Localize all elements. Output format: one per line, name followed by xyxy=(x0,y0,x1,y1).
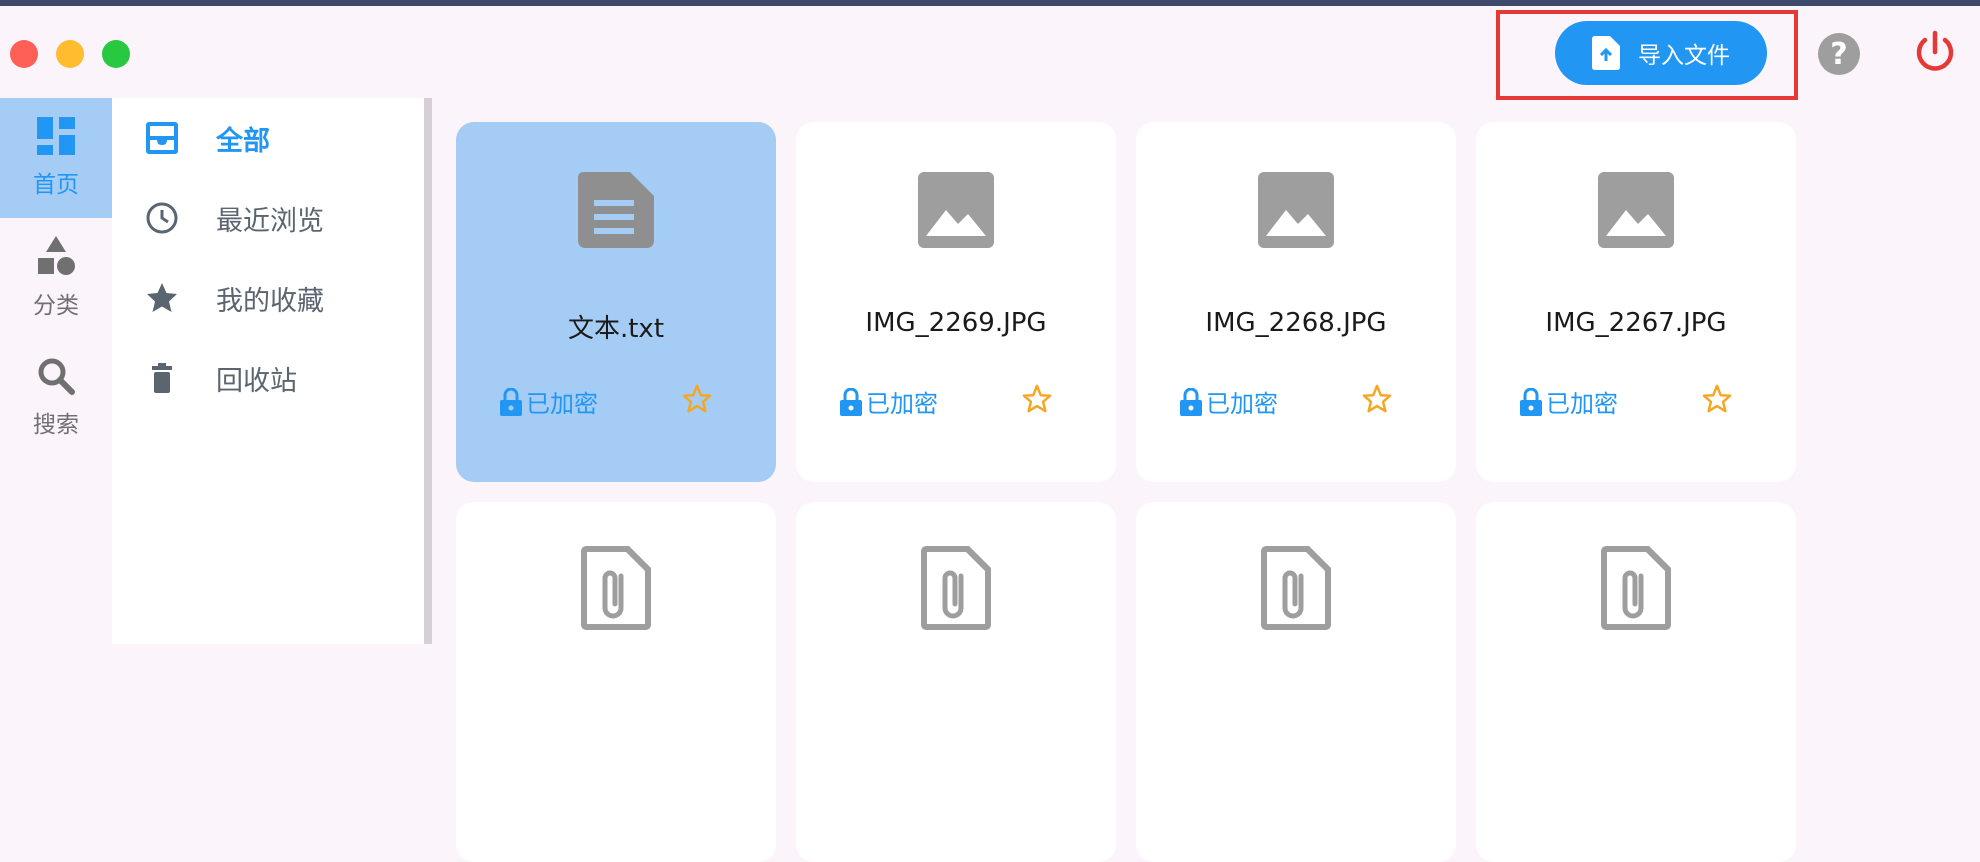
import-file-button[interactable]: 导入文件 xyxy=(1555,21,1767,85)
category-menu: 全部 最近浏览 我的收藏 回收站 xyxy=(112,98,424,644)
clock-icon xyxy=(146,202,178,234)
menu-item-favorites[interactable]: 我的收藏 xyxy=(112,258,424,338)
rail-item-label: 搜索 xyxy=(33,412,79,438)
file-name: 文本.txt xyxy=(567,314,665,344)
rail-item-home[interactable]: 首页 xyxy=(0,98,112,218)
rail-item-label: 分类 xyxy=(33,293,79,319)
file-name: IMG_2268.JPG xyxy=(1205,308,1387,338)
attachment-file-icon xyxy=(581,546,651,630)
encrypted-badge: 已加密 xyxy=(1520,384,1618,419)
file-card[interactable]: IMG_2267.JPG 已加密 xyxy=(1476,122,1796,482)
rail-item-category[interactable]: 分类 xyxy=(0,218,112,338)
encrypted-label: 已加密 xyxy=(866,390,938,418)
trash-icon xyxy=(152,363,172,393)
encrypted-badge: 已加密 xyxy=(1180,384,1278,419)
inbox-icon xyxy=(146,122,178,154)
favorite-star-icon[interactable] xyxy=(1022,384,1052,414)
favorite-star-icon[interactable] xyxy=(1362,384,1392,414)
encrypted-badge: 已加密 xyxy=(840,384,938,419)
window-maximize-button[interactable] xyxy=(102,40,130,68)
encrypted-badge: 已加密 xyxy=(500,384,598,419)
file-upload-icon xyxy=(1592,36,1620,70)
scrollbar[interactable] xyxy=(424,98,432,644)
power-icon[interactable] xyxy=(1912,30,1958,76)
navigation-rail: 首页 分类 搜索 xyxy=(0,98,112,644)
menu-item-label: 全部 xyxy=(216,125,270,157)
document-icon xyxy=(578,172,654,248)
file-card[interactable] xyxy=(456,502,776,862)
lock-icon xyxy=(500,387,522,416)
lock-icon xyxy=(840,387,862,416)
file-card[interactable]: 文本.txt 已加密 xyxy=(456,122,776,482)
attachment-file-icon xyxy=(1261,546,1331,630)
menu-item-label: 回收站 xyxy=(216,365,297,397)
lock-icon xyxy=(1520,387,1542,416)
favorite-star-icon[interactable] xyxy=(682,384,712,414)
category-shapes-icon xyxy=(38,236,75,275)
image-icon xyxy=(1598,172,1674,248)
star-icon xyxy=(147,283,177,312)
rail-item-label: 首页 xyxy=(33,172,79,198)
attachment-file-icon xyxy=(921,546,991,630)
favorite-star-icon[interactable] xyxy=(1702,384,1732,414)
file-card[interactable]: IMG_2269.JPG 已加密 xyxy=(796,122,1116,482)
help-symbol: ? xyxy=(1830,36,1848,72)
image-icon xyxy=(1258,172,1334,248)
file-card[interactable] xyxy=(796,502,1116,862)
attachment-file-icon xyxy=(1601,546,1671,630)
encrypted-label: 已加密 xyxy=(1546,390,1618,418)
file-name: IMG_2267.JPG xyxy=(1545,308,1727,338)
encrypted-label: 已加密 xyxy=(526,390,598,418)
rail-item-search[interactable]: 搜索 xyxy=(0,338,112,458)
file-name: IMG_2269.JPG xyxy=(865,308,1047,338)
menu-item-label: 最近浏览 xyxy=(216,205,324,237)
file-card[interactable]: IMG_2268.JPG 已加密 xyxy=(1136,122,1456,482)
lock-icon xyxy=(1180,387,1202,416)
dashboard-icon xyxy=(37,117,75,155)
image-icon xyxy=(918,172,994,248)
window-close-button[interactable] xyxy=(10,40,38,68)
menu-item-label: 我的收藏 xyxy=(216,285,324,317)
encrypted-label: 已加密 xyxy=(1206,390,1278,418)
window-minimize-button[interactable] xyxy=(56,40,84,68)
help-icon[interactable]: ? xyxy=(1818,33,1860,75)
file-card[interactable] xyxy=(1136,502,1456,862)
menu-item-trash[interactable]: 回收站 xyxy=(112,338,424,418)
menu-item-all[interactable]: 全部 xyxy=(112,98,424,178)
file-card[interactable] xyxy=(1476,502,1796,862)
import-file-label: 导入文件 xyxy=(1638,43,1730,69)
menu-item-recent[interactable]: 最近浏览 xyxy=(112,178,424,258)
search-icon xyxy=(38,358,75,395)
